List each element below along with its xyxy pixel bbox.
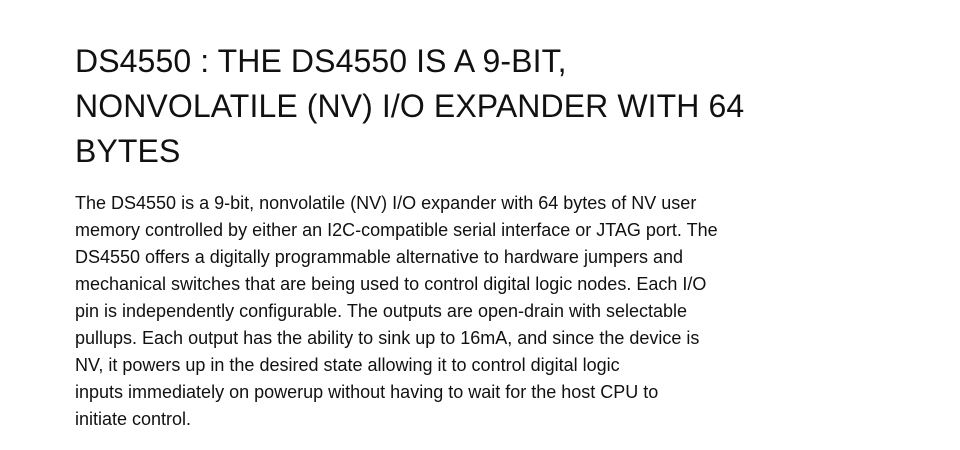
document-page: DS4550 : THE DS4550 IS A 9-BIT, NONVOLAT… bbox=[75, 39, 865, 433]
description-line: DS4550 offers a digitally programmable a… bbox=[75, 247, 683, 267]
title-line: DS4550 : THE DS4550 IS A 9-BIT, bbox=[75, 43, 567, 79]
title-line: BYTES bbox=[75, 133, 181, 169]
description-line: initiate control. bbox=[75, 409, 192, 429]
description-line: memory controlled by either an I2C-compa… bbox=[75, 220, 718, 240]
description-line: The DS4550 is a 9-bit, nonvolatile (NV) … bbox=[75, 193, 697, 213]
description-line: pullups. Each output has the ability to … bbox=[75, 328, 700, 348]
description-line: inputs immediately on powerup without ha… bbox=[75, 382, 659, 402]
page-title: DS4550 : THE DS4550 IS A 9-BIT, NONVOLAT… bbox=[75, 39, 865, 174]
description-line: NV, it powers up in the desired state al… bbox=[75, 355, 620, 375]
description-paragraph: The DS4550 is a 9-bit, nonvolatile (NV) … bbox=[75, 190, 865, 433]
title-line: NONVOLATILE (NV) I/O EXPANDER WITH 64 bbox=[75, 88, 745, 124]
description-line: pin is independently configurable. The o… bbox=[75, 301, 688, 321]
description-line: mechanical switches that are being used … bbox=[75, 274, 707, 294]
